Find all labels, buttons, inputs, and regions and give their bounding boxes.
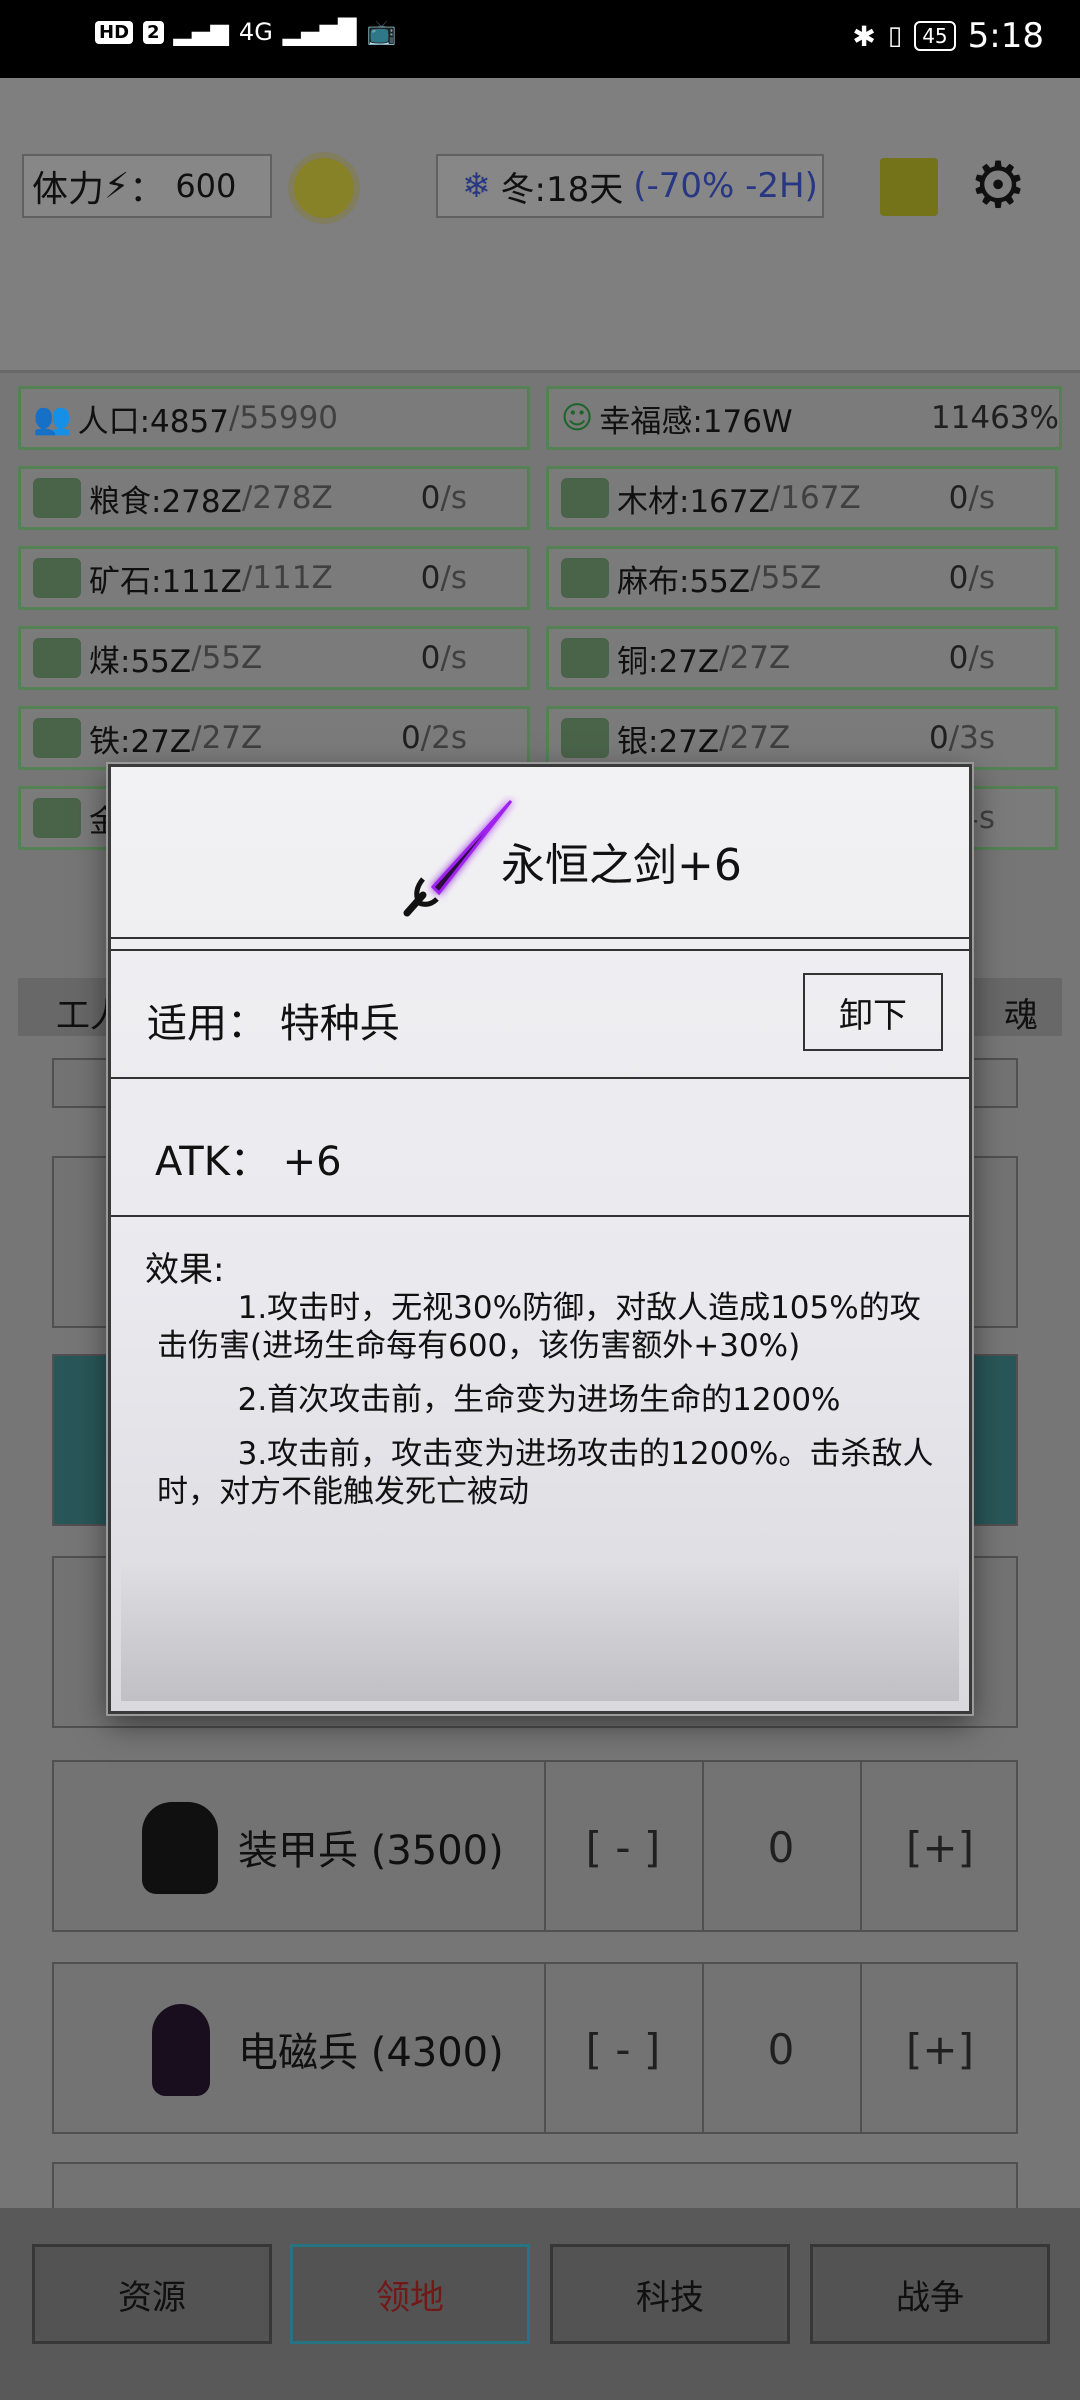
dialog-header: 永恒之剑+6 [111, 767, 969, 939]
atk-value: +6 [282, 1139, 342, 1185]
item-dialog: 永恒之剑+6 适用： 特种兵 卸下 ATK： +6 效果: 1.攻击时，无视30… [108, 764, 972, 1714]
effect-line-3: 3.攻击前，攻击变为进场攻击的1200%。击杀敌人时，对方不能触发死亡被动 [157, 1436, 934, 1510]
vibrate-icon: ▯ [887, 21, 903, 51]
applies-text: 适用： 特种兵 [147, 991, 400, 1049]
atk-row: ATK： +6 [111, 1089, 969, 1217]
unequip-button[interactable]: 卸下 [803, 973, 943, 1051]
hd-badge: HD [95, 20, 134, 44]
network-label: 4G [238, 18, 273, 46]
sim-badge: 2 [143, 20, 164, 44]
effects-section: 效果: 1.攻击时，无视30%防御，对敌人造成105%的攻击伤害(进场生命每有6… [145, 1251, 945, 1527]
signal-icon: ▂▄▆ [173, 18, 229, 46]
status-left: HD 2 ▂▄▆ 4G ▂▄▆█ 📺 [95, 18, 397, 46]
applies-label: 适用： [147, 1001, 267, 1047]
clock: 5:18 [967, 16, 1044, 56]
atk-text: ATK： +6 [155, 1129, 342, 1187]
tv-icon: 📺 [366, 18, 397, 46]
item-title: 永恒之剑+6 [501, 840, 742, 891]
signal-icon-2: ▂▄▆█ [282, 18, 357, 46]
applies-value: 特种兵 [279, 1001, 400, 1047]
status-right: ✱ ▯ 45 5:18 [852, 16, 1044, 56]
bluetooth-icon: ✱ [852, 19, 876, 53]
atk-label: ATK： [155, 1139, 270, 1185]
effects-label: 效果: [145, 1250, 225, 1290]
effect-line-2: 2.首次攻击前，生命变为进场生命的1200% [237, 1382, 841, 1418]
battery-indicator: 45 [914, 21, 956, 51]
effect-line-1: 1.攻击时，无视30%防御，对敌人造成105%的攻击伤害(进场生命每有600，该… [157, 1290, 921, 1364]
status-bar: HD 2 ▂▄▆ 4G ▂▄▆█ 📺 ✱ ▯ 45 5:18 [0, 0, 1080, 78]
